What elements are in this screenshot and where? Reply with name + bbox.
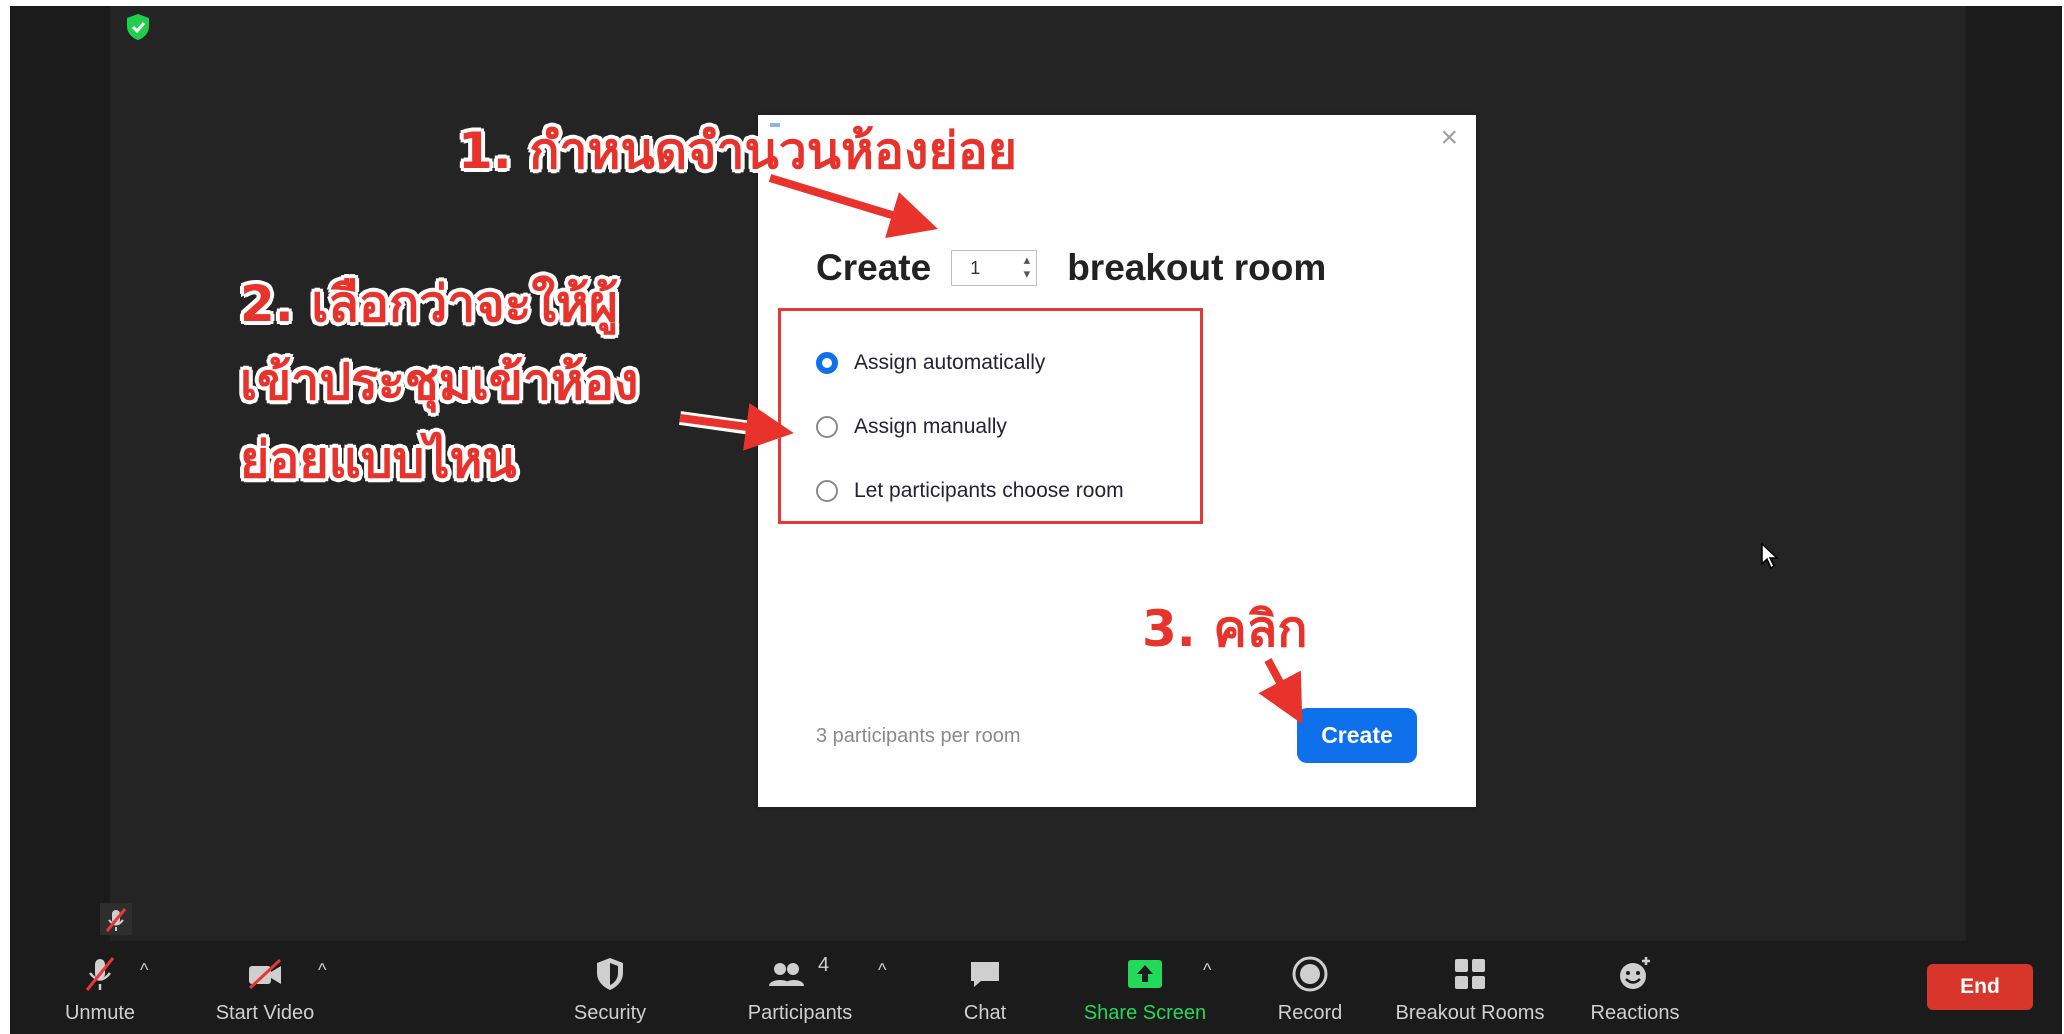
participants-count: 4 — [818, 954, 830, 976]
mic-muted-icon — [85, 957, 115, 991]
annotation-step-2-line-2: เข้าประชุมเข้าห้อง — [240, 353, 639, 411]
room-count-row: Create 1 ▴ ▾ breakout room — [816, 245, 1326, 291]
record-label: Record — [1277, 1002, 1343, 1024]
chat-button[interactable]: Chat — [930, 942, 1040, 1034]
annotation-step-2: 2. เลือกว่าจะให้ผู้ เข้าประชุมเข้าห้อง ย… — [240, 265, 638, 499]
record-icon — [1292, 956, 1328, 992]
chat-bubble-icon — [971, 962, 999, 987]
video-options-caret[interactable]: ^ — [318, 960, 326, 981]
security-button[interactable]: Security — [555, 942, 665, 1034]
create-label: Create — [816, 247, 932, 288]
breakout-rooms-label: Breakout Rooms — [1395, 1002, 1545, 1024]
start-video-button[interactable]: Start Video — [195, 942, 335, 1034]
reactions-smiley-icon — [1620, 957, 1650, 989]
participants-options-caret[interactable]: ^ — [878, 960, 886, 981]
participants-per-room-text: 3 participants per room — [816, 725, 1021, 747]
unmute-button[interactable]: Unmute — [45, 942, 155, 1034]
annotation-step-2-line-3: ย่อยแบบไหน — [240, 431, 517, 489]
option-label: Assign automatically — [854, 351, 1046, 374]
video-off-icon — [248, 958, 282, 990]
chat-label: Chat — [963, 1002, 1007, 1024]
reactions-label: Reactions — [1590, 1002, 1680, 1024]
mouse-cursor-icon — [1761, 542, 1779, 570]
start-video-label: Start Video — [215, 1002, 315, 1024]
annotation-step-1: 1. กำหนดจำนวนห้องย่อย — [458, 122, 1017, 180]
shield-icon — [597, 958, 623, 990]
stepper-arrows-icon[interactable]: ▴ ▾ — [1024, 253, 1031, 281]
reactions-button[interactable]: Reactions — [1575, 942, 1695, 1034]
close-icon[interactable]: × — [1440, 123, 1458, 153]
share-options-caret[interactable]: ^ — [1203, 960, 1211, 981]
participants-button[interactable]: Participants — [730, 942, 870, 1034]
encryption-shield-icon[interactable] — [125, 13, 151, 41]
option-label: Assign manually — [854, 415, 1007, 438]
option-label: Let participants choose room — [854, 479, 1124, 502]
audio-options-caret[interactable]: ^ — [140, 960, 148, 981]
unmute-label: Unmute — [64, 1002, 136, 1024]
option-assign-automatically[interactable]: Assign automatically — [816, 351, 1045, 375]
radio-button[interactable] — [816, 480, 838, 502]
participants-label: Participants — [747, 1002, 853, 1024]
breakout-rooms-icon — [1455, 959, 1485, 989]
create-breakout-rooms-dialog: × Create 1 ▴ ▾ breakout room Assign autom… — [758, 115, 1476, 807]
meeting-toolbar: Unmute ^ Start Video ^ Security Particip… — [10, 942, 2062, 1034]
mic-muted-icon — [105, 908, 127, 932]
share-screen-label: Share Screen — [1083, 1002, 1207, 1024]
radio-button[interactable] — [816, 416, 838, 438]
record-button[interactable]: Record — [1255, 942, 1365, 1034]
option-assign-manually[interactable]: Assign manually — [816, 415, 1007, 439]
end-meeting-button[interactable]: End — [1927, 964, 2033, 1010]
share-screen-icon — [1128, 960, 1162, 988]
muted-mic-indicator — [100, 903, 132, 935]
security-label: Security — [573, 1002, 647, 1024]
create-button[interactable]: Create — [1297, 708, 1417, 763]
room-count-value[interactable]: 1 — [970, 258, 980, 279]
radio-button-checked[interactable] — [816, 352, 838, 374]
annotation-step-2-line-1: 2. เลือกว่าจะให้ผู้ — [240, 275, 619, 333]
participants-icon — [769, 963, 804, 986]
breakout-rooms-button[interactable]: Breakout Rooms — [1385, 942, 1555, 1034]
share-screen-button[interactable]: Share Screen — [1070, 942, 1220, 1034]
annotation-step-3: 3. คลิก — [1142, 600, 1308, 658]
room-count-stepper[interactable]: 1 ▴ ▾ — [951, 250, 1038, 286]
option-let-participants-choose[interactable]: Let participants choose room — [816, 479, 1124, 503]
breakout-room-label: breakout room — [1067, 247, 1327, 288]
